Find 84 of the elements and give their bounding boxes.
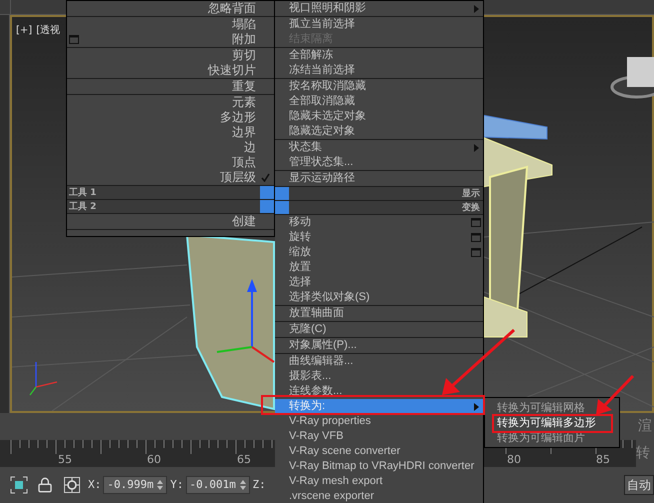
menu-item[interactable]: V-Ray VFB bbox=[275, 429, 483, 444]
axis-label: Z: bbox=[252, 476, 266, 493]
menu-item[interactable]: 隐藏选定对象 bbox=[275, 124, 483, 139]
menu-item[interactable]: 边界 bbox=[67, 125, 274, 140]
panel-label: 转 bbox=[636, 440, 654, 467]
quad-title: 工具 1 bbox=[68, 186, 98, 199]
ruler-label: 60 bbox=[147, 452, 161, 468]
coordinate-field[interactable]: -0.001m bbox=[186, 476, 250, 494]
ruler-label: 65 bbox=[237, 452, 251, 468]
menu-item[interactable]: 元素 bbox=[67, 95, 274, 110]
menu-item[interactable]: 忽略背面 bbox=[67, 1, 274, 16]
crosshair-icon[interactable] bbox=[64, 477, 80, 493]
axis-label: Y: bbox=[170, 476, 184, 493]
viewport-menu-label[interactable]: [+] bbox=[16, 23, 32, 38]
menu-item[interactable]: 冻结当前选择 bbox=[275, 63, 483, 78]
menu-item[interactable]: 移动 bbox=[275, 215, 483, 230]
menu-item[interactable]: 选择 bbox=[275, 275, 483, 290]
menu-item[interactable]: 对象属性(P)... bbox=[275, 338, 483, 353]
ruler-label: 55 bbox=[58, 452, 72, 468]
menu-item[interactable]: 摄影表... bbox=[275, 369, 483, 384]
menu-item[interactable]: 放置 bbox=[275, 260, 483, 275]
menu-item[interactable]: 旋转 bbox=[275, 230, 483, 245]
auto-key-button[interactable]: 自动 bbox=[624, 475, 654, 495]
submenu-arrow-icon bbox=[474, 402, 478, 410]
axis-tripod-icon bbox=[29, 362, 58, 396]
menu-item[interactable]: 显示运动路径 bbox=[275, 171, 483, 186]
lamp-drawing bbox=[610, 57, 654, 98]
menu-item[interactable]: V-Ray Bitmap to VRayHDRI converter bbox=[275, 459, 483, 474]
quad-handle[interactable] bbox=[275, 201, 289, 214]
menu-item[interactable]: 转换为可编辑网格 bbox=[485, 400, 619, 415]
menu-item[interactable]: 选择类似对象(S) bbox=[275, 290, 483, 305]
options-box-icon[interactable] bbox=[471, 218, 481, 227]
menu-item[interactable]: 视口照明和阴影 bbox=[275, 1, 483, 16]
menu-item[interactable]: 附加 bbox=[67, 32, 274, 47]
ruler-label: 80 bbox=[507, 452, 521, 468]
menu-item[interactable]: 孤立当前选择 bbox=[275, 17, 483, 32]
submenu-arrow-icon bbox=[474, 144, 478, 152]
selection-icon[interactable] bbox=[10, 476, 28, 494]
spinner-icon[interactable] bbox=[240, 480, 246, 490]
menu-item[interactable]: 塌陷 bbox=[67, 17, 274, 32]
panel-label: 渲 bbox=[638, 417, 653, 436]
menu-item[interactable]: 隐藏未选定对象 bbox=[275, 109, 483, 124]
menu-item[interactable]: 状态集 bbox=[275, 140, 483, 155]
quad-handle[interactable] bbox=[260, 200, 274, 213]
menu-item[interactable]: 放置轴曲面 bbox=[275, 306, 483, 321]
ruler-label: 85 bbox=[596, 452, 610, 468]
menu-item[interactable]: 缩放 bbox=[275, 245, 483, 260]
menu-item[interactable]: 剪切 bbox=[67, 48, 274, 63]
submenu-arrow-icon bbox=[474, 4, 478, 12]
menu-item[interactable]: 连线参数... bbox=[275, 384, 483, 399]
quad-title: 工具 2 bbox=[68, 200, 98, 213]
menu-item[interactable]: 顶层级 bbox=[67, 170, 274, 185]
menu-item[interactable]: 管理状态集... bbox=[275, 155, 483, 170]
menu-item[interactable]: 全部解冻 bbox=[275, 48, 483, 63]
menu-item[interactable]: 按名称取消隐藏 bbox=[275, 79, 483, 94]
spinner-icon[interactable] bbox=[157, 480, 164, 490]
menu-item[interactable]: 多边形 bbox=[67, 110, 274, 125]
coordinate-field[interactable]: -0.999m bbox=[103, 476, 168, 494]
quad-title: 变换 bbox=[461, 201, 481, 214]
window-icon[interactable] bbox=[69, 35, 79, 44]
menu-item[interactable]: 转换为: bbox=[275, 399, 483, 414]
menu-item[interactable]: 重复 bbox=[67, 79, 274, 94]
quad-title: 显示 bbox=[461, 188, 481, 200]
menu-item[interactable]: V-Ray mesh export bbox=[275, 474, 483, 489]
lock-icon[interactable] bbox=[37, 477, 53, 493]
menu-item[interactable]: 快速切片 bbox=[67, 63, 274, 78]
menu-item[interactable]: V-Ray scene converter bbox=[275, 444, 483, 459]
menu-item[interactable]: 顶点 bbox=[67, 155, 274, 170]
menu-item[interactable]: .vrscene exporter bbox=[275, 489, 483, 503]
options-box-icon[interactable] bbox=[471, 248, 481, 257]
quad-handle[interactable] bbox=[275, 187, 289, 200]
menu-item[interactable]: 创建 bbox=[67, 214, 274, 229]
axis-label: X: bbox=[88, 476, 102, 493]
quad-handle[interactable] bbox=[260, 186, 274, 199]
move-gizmo-icon bbox=[216, 279, 275, 363]
menu-item[interactable]: 克隆(C) bbox=[275, 322, 483, 337]
menu-item[interactable]: 转换为可编辑多边形 bbox=[485, 415, 619, 430]
viewport-menu-label[interactable]: [透视 bbox=[36, 23, 60, 38]
menu-item[interactable]: 曲线编辑器... bbox=[275, 354, 483, 369]
menu-item[interactable]: 边 bbox=[67, 140, 274, 155]
menu-item[interactable]: V-Ray properties bbox=[275, 414, 483, 429]
menu-item[interactable]: 全部取消隐藏 bbox=[275, 94, 483, 109]
annotation-arrow bbox=[596, 374, 634, 415]
options-box-icon[interactable] bbox=[471, 233, 481, 242]
